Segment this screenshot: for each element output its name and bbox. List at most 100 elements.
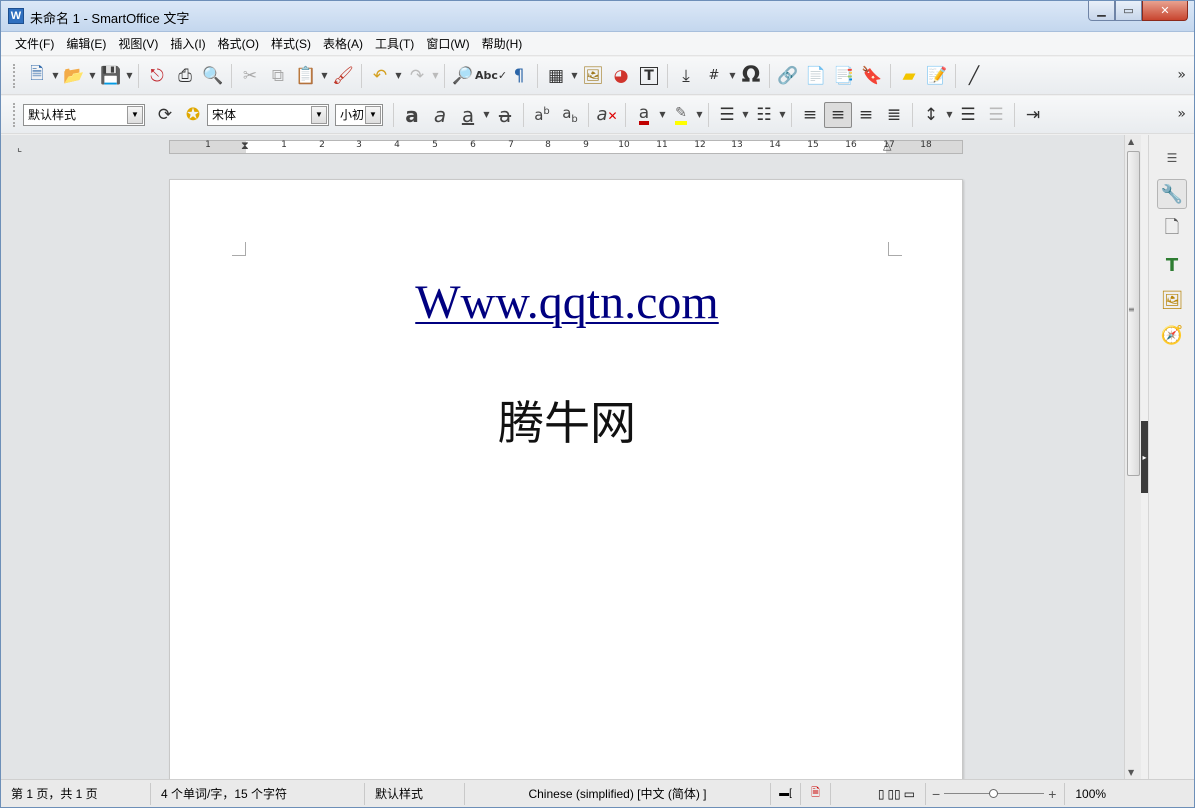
chevron-down-icon[interactable]: ▼	[365, 105, 381, 124]
cut-button[interactable]: ✂	[236, 63, 264, 89]
insert-hyperlink-button[interactable]: 🔗	[774, 63, 802, 89]
sidebar-menu-button[interactable]: ☰	[1157, 143, 1187, 173]
scroll-up-arrow-icon[interactable]: ▲	[1128, 137, 1134, 146]
menu-file[interactable]: 文件(F)	[9, 33, 60, 55]
close-button[interactable]: ✕	[1142, 1, 1188, 21]
maximize-button[interactable]: ▭	[1115, 1, 1142, 21]
insert-table-button[interactable]: ▦	[542, 63, 570, 89]
multi-page-view-icon[interactable]: ▯▯	[887, 787, 900, 801]
horizontal-ruler[interactable]: 1 1 2 3 4 5 6 7 8 9 10 11 12 13 14 15 16…	[169, 139, 963, 154]
zoom-slider-knob[interactable]	[989, 788, 999, 798]
save-dropdown-arrow[interactable]: ▼	[125, 71, 134, 80]
copy-button[interactable]: ⧉	[264, 63, 292, 89]
align-left-button[interactable]: ≡	[796, 102, 824, 128]
zoom-out-icon[interactable]: −	[932, 786, 940, 802]
zoom-in-icon[interactable]: +	[1048, 786, 1056, 802]
paragraph-style-select[interactable]: 默认样式 ▼	[23, 103, 145, 126]
document-text-paragraph[interactable]: 腾牛网	[170, 387, 964, 453]
new-document-button[interactable]: 🗎	[23, 63, 51, 89]
insert-field-button[interactable]: #	[700, 63, 728, 89]
justify-button[interactable]: ≣	[880, 102, 908, 128]
toolbar-overflow-button[interactable]: »	[1177, 106, 1186, 122]
insert-chart-button[interactable]: ◕	[607, 63, 635, 89]
insert-comment-button[interactable]: ▰	[895, 63, 923, 89]
toolbar-grip[interactable]	[13, 63, 17, 88]
toolbar-grip[interactable]	[13, 102, 17, 127]
print-preview-button[interactable]: 🔍	[199, 63, 227, 89]
insert-textbox-button[interactable]: T	[635, 63, 663, 89]
field-dropdown-arrow[interactable]: ▼	[728, 71, 737, 80]
highlight-button[interactable]: ✎	[667, 102, 695, 128]
insert-endnote-button[interactable]: 📑	[830, 63, 858, 89]
increase-indent-button[interactable]: ⇥	[1019, 102, 1047, 128]
italic-button[interactable]: a	[426, 102, 454, 128]
insert-image-button[interactable]: 🖼	[579, 63, 607, 89]
font-size-select[interactable]: 小初 ▼	[335, 103, 383, 126]
chevron-down-icon[interactable]: ▼	[127, 105, 143, 124]
update-style-button[interactable]: ⟳	[151, 102, 179, 128]
insert-page-break-button[interactable]: ⤓	[672, 63, 700, 89]
decrease-paragraph-spacing-button[interactable]: ☰	[982, 102, 1010, 128]
paste-button[interactable]: 📋	[292, 63, 320, 89]
document-page[interactable]: Www.qqtn.com 腾牛网	[169, 179, 963, 779]
status-word-count[interactable]: 4 个单词/字，15 个字符	[151, 782, 365, 805]
menu-help[interactable]: 帮助(H)	[476, 33, 529, 55]
insert-special-character-button[interactable]: Ω	[737, 63, 765, 89]
bullets-button[interactable]: ☰	[713, 102, 741, 128]
book-view-icon[interactable]: ▭	[904, 787, 915, 801]
insert-line-button[interactable]: ╱	[960, 63, 988, 89]
redo-dropdown-arrow[interactable]: ▼	[431, 71, 440, 80]
title-bar[interactable]: W 未命名 1 - SmartOffice 文字 ▁ ▭ ✕	[1, 1, 1194, 32]
menu-window[interactable]: 窗口(W)	[420, 33, 475, 55]
toolbar-overflow-button[interactable]: »	[1177, 67, 1186, 83]
numbering-button[interactable]: ☷	[750, 102, 778, 128]
minimize-button[interactable]: ▁	[1088, 1, 1115, 21]
single-page-view-icon[interactable]: ▯	[878, 787, 885, 801]
sidebar-navigator-button[interactable]: 🧭	[1157, 320, 1187, 350]
clear-formatting-button[interactable]: a✕	[593, 102, 621, 128]
numbering-dropdown-arrow[interactable]: ▼	[778, 110, 787, 119]
scroll-down-arrow-icon[interactable]: ▼	[1128, 768, 1134, 777]
left-indent-marker-icon[interactable]: ⧗	[241, 139, 249, 153]
insert-footnote-button[interactable]: 📄	[802, 63, 830, 89]
vertical-scrollbar[interactable]: ▲ ≡ ▼	[1124, 135, 1141, 779]
menu-edit[interactable]: 编辑(E)	[60, 33, 112, 55]
font-name-select[interactable]: 宋体 ▼	[207, 103, 329, 126]
open-button[interactable]: 📂	[60, 63, 88, 89]
spellcheck-button[interactable]: Abc✓	[475, 63, 507, 89]
font-color-button[interactable]: a	[630, 102, 658, 128]
line-spacing-button[interactable]: ↕	[917, 102, 945, 128]
paste-dropdown-arrow[interactable]: ▼	[320, 71, 329, 80]
status-page-style[interactable]: 默认样式	[365, 782, 465, 805]
sidebar-collapse-handle[interactable]: ▸	[1141, 421, 1148, 493]
document-canvas[interactable]: Www.qqtn.com 腾牛网	[1, 159, 1124, 779]
underline-button[interactable]: a	[454, 102, 482, 128]
line-spacing-dropdown-arrow[interactable]: ▼	[945, 110, 954, 119]
table-dropdown-arrow[interactable]: ▼	[570, 71, 579, 80]
status-document-modified[interactable]: 🗎	[801, 782, 831, 805]
sidebar-properties-button[interactable]: 🔧	[1157, 179, 1187, 209]
menu-view[interactable]: 视图(V)	[112, 33, 164, 55]
sidebar-page-button[interactable]: 🗋	[1157, 215, 1187, 245]
underline-dropdown-arrow[interactable]: ▼	[482, 110, 491, 119]
open-dropdown-arrow[interactable]: ▼	[88, 71, 97, 80]
status-page-info[interactable]: 第 1 页，共 1 页	[1, 782, 151, 805]
menu-format[interactable]: 格式(O)	[212, 33, 265, 55]
track-changes-button[interactable]: 📝	[923, 63, 951, 89]
align-right-button[interactable]: ≡	[852, 102, 880, 128]
sidebar-styles-button[interactable]: T	[1157, 250, 1187, 280]
undo-dropdown-arrow[interactable]: ▼	[394, 71, 403, 80]
subscript-button[interactable]: ab	[556, 102, 584, 128]
clone-format-button[interactable]: 🖌	[329, 63, 357, 89]
new-dropdown-arrow[interactable]: ▼	[51, 71, 60, 80]
find-replace-button[interactable]: 🔎	[449, 63, 477, 89]
right-indent-marker-icon[interactable]: △	[883, 139, 891, 152]
chevron-down-icon[interactable]: ▼	[311, 105, 327, 124]
zoom-slider[interactable]	[944, 783, 1045, 805]
tab-stop-selector-icon[interactable]: ⌞	[17, 141, 22, 154]
formatting-marks-button[interactable]: ¶	[505, 63, 533, 89]
document-hyperlink[interactable]: Www.qqtn.com	[415, 276, 719, 329]
status-zoom-level[interactable]: 100%	[1064, 782, 1112, 805]
menu-insert[interactable]: 插入(I)	[164, 33, 211, 55]
print-button[interactable]: ⎙	[171, 63, 199, 89]
